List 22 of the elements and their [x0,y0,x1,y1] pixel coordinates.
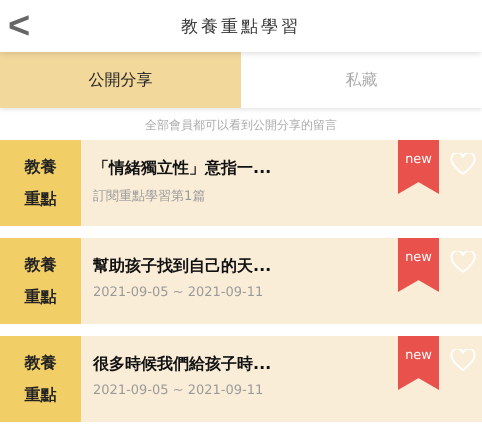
new-ribbon: new [398,140,439,194]
card-subtitle: 2021-09-05 ~ 2021-09-11 [93,383,264,398]
heart-icon[interactable] [450,251,476,274]
category-tag: 教養重點 [0,140,81,226]
lesson-card[interactable]: 教養重點 很多時候我們給孩子時... 2021-09-05 ~ 2021-09-11 new [0,336,482,422]
tab[interactable]: 公開分享 [0,52,241,108]
lesson-card[interactable]: 教養重點 「情緒獨立性」意指一... 訂閱重點學習第1篇 new [0,140,482,226]
new-ribbon: new [398,336,439,390]
card-title: 幫助孩子找到自己的天... [93,256,272,277]
page-title: 教養重點學習 [181,16,301,38]
card-title: 「情緒獨立性」意指一... [93,158,272,179]
heart-icon[interactable] [450,349,476,372]
back-button[interactable]: < [8,6,30,46]
card-subtitle: 2021-09-05 ~ 2021-09-11 [93,285,264,300]
category-tag: 教養重點 [0,336,81,422]
category-tag: 教養重點 [0,238,81,324]
lesson-card[interactable]: 教養重點 幫助孩子找到自己的天... 2021-09-05 ~ 2021-09-11 new [0,238,482,324]
card-subtitle: 訂閱重點學習第1篇 [93,188,206,205]
new-ribbon: new [398,238,439,292]
heart-icon[interactable] [450,153,476,176]
card-title: 很多時候我們給孩子時... [93,354,272,375]
notice-text: 全部會員都可以看到公開分享的留言 [144,117,338,134]
